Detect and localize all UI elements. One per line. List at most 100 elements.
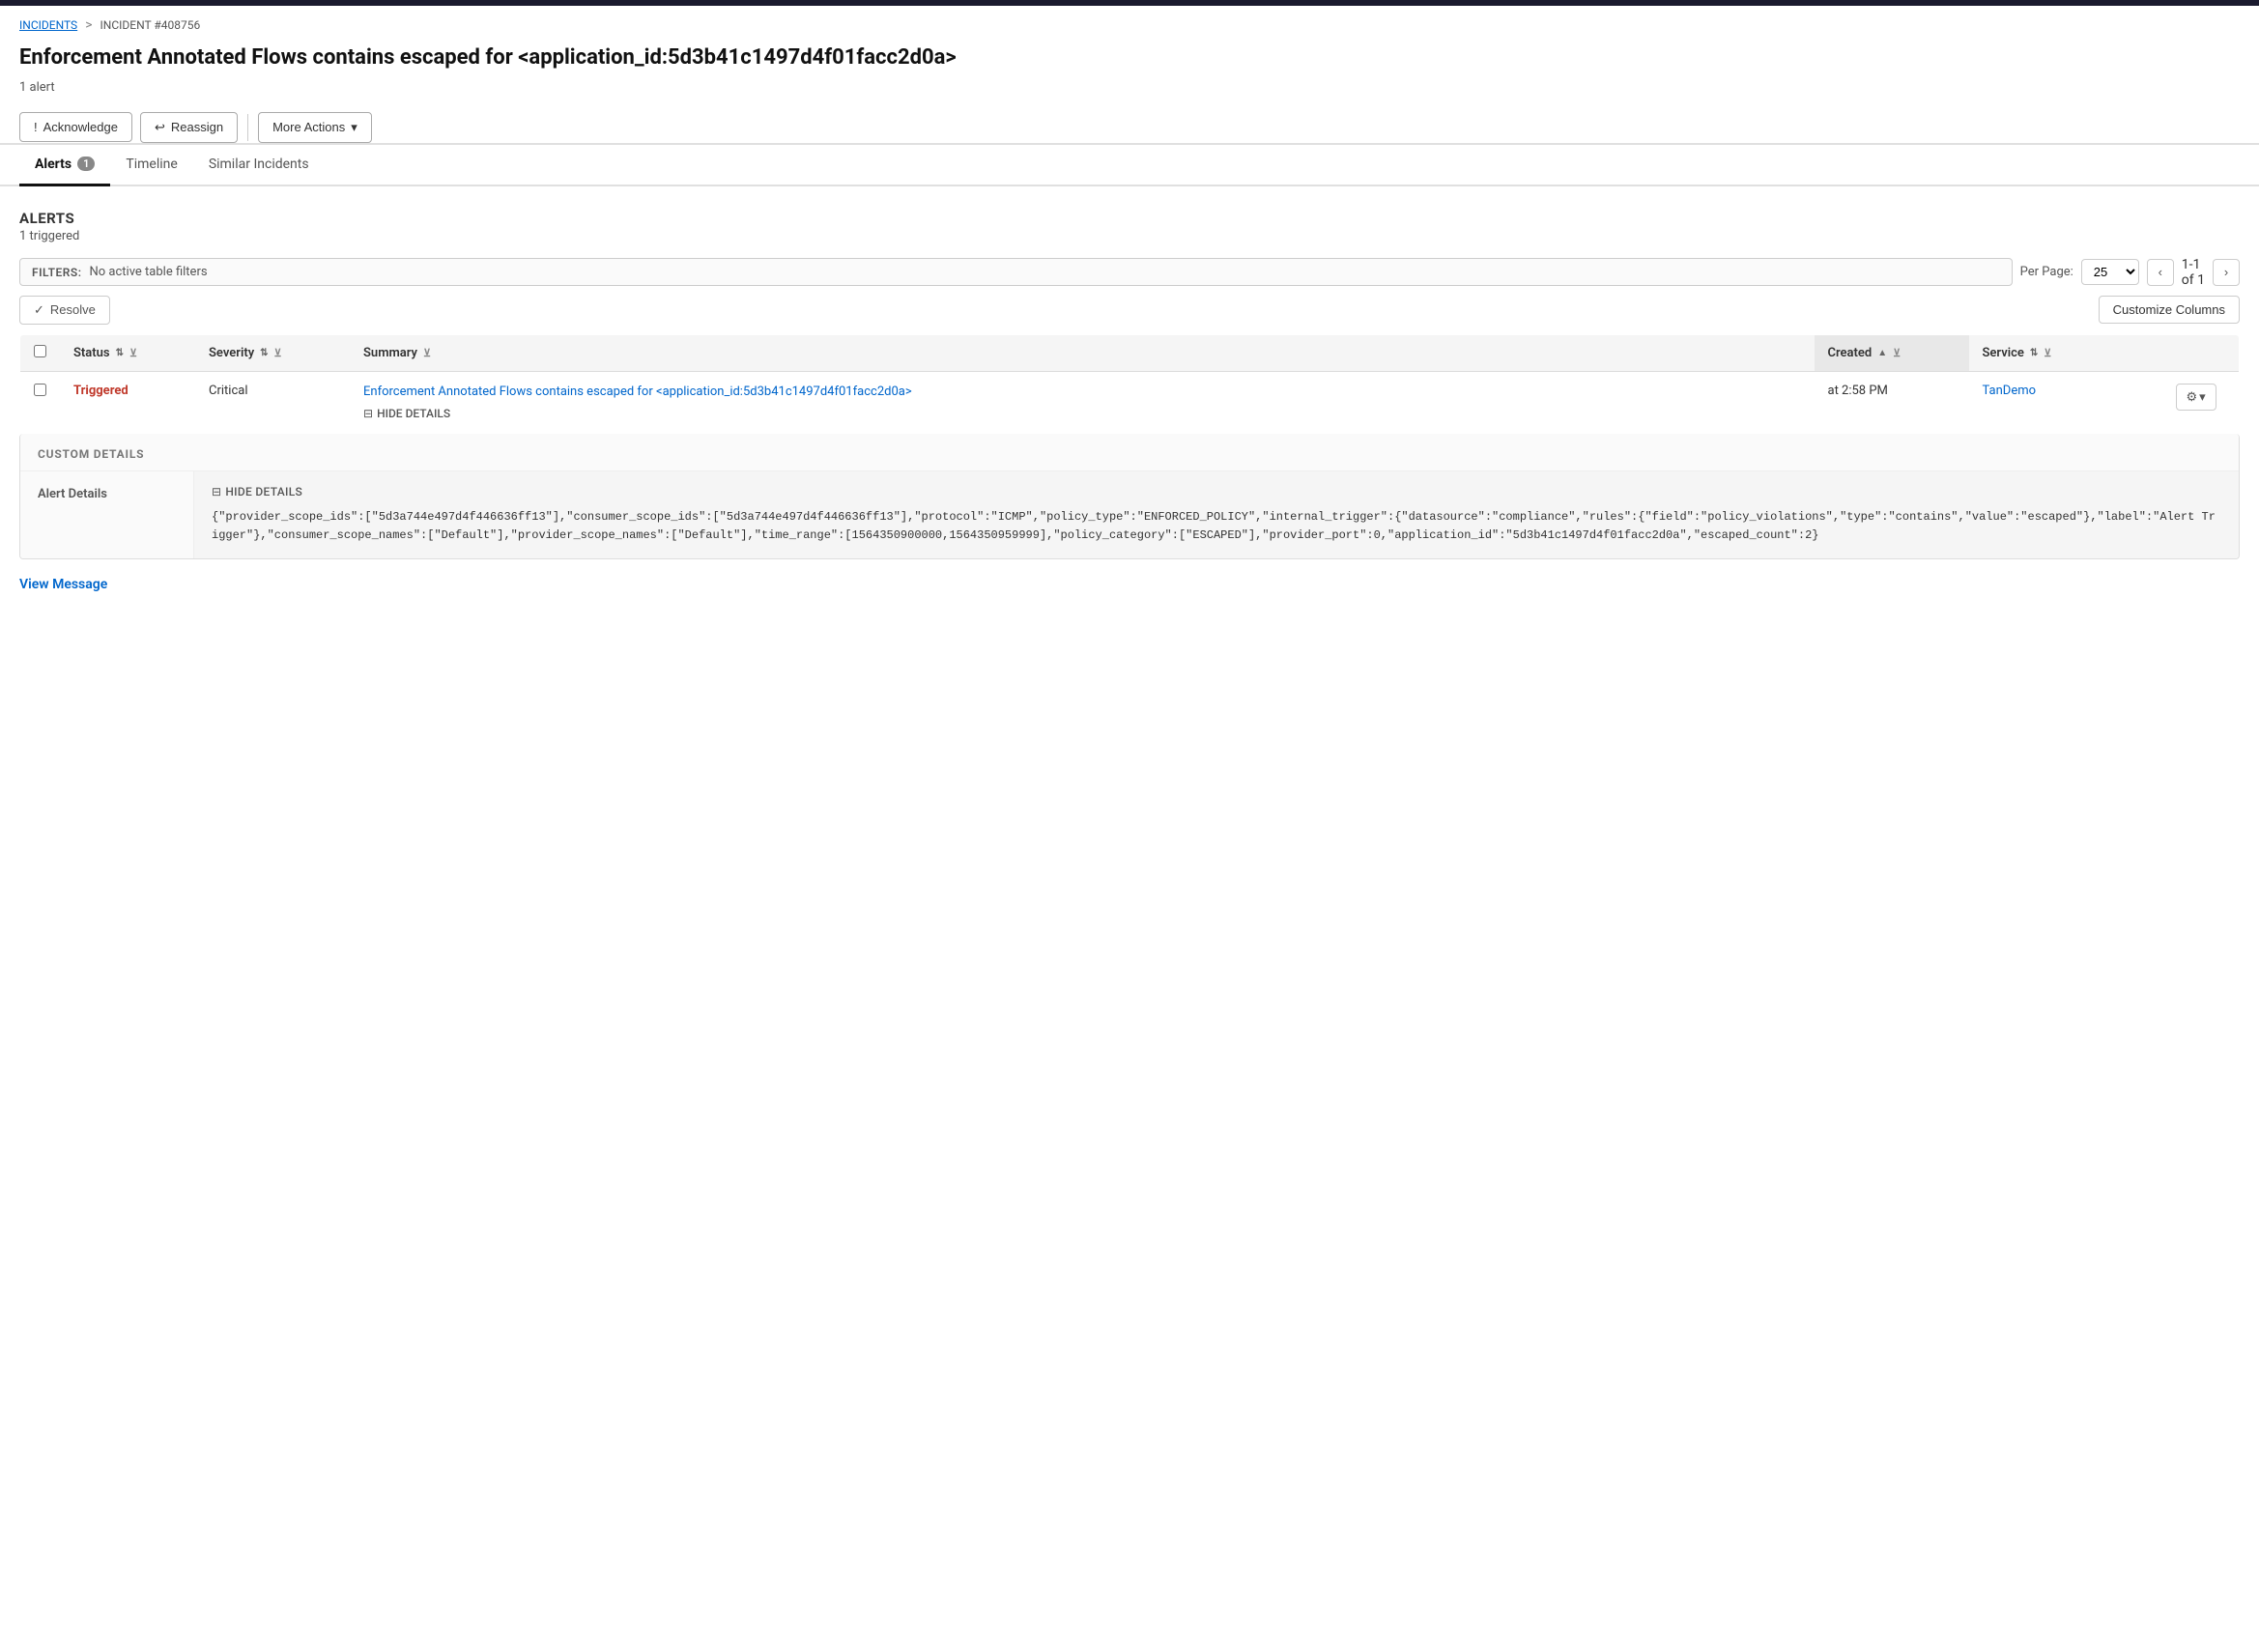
acknowledge-label: Acknowledge — [43, 120, 118, 134]
chevron-down-icon: ▾ — [351, 120, 357, 135]
page-range: 1-1 — [2182, 257, 2201, 272]
tab-timeline-label: Timeline — [126, 157, 177, 172]
created-column-header: Created ▲ ⊻ — [1815, 334, 1969, 371]
table-header-row: Status ⇅ ⊻ Severity ⇅ ⊻ Summary ⊻ — [20, 334, 2240, 371]
tab-similar-incidents[interactable]: Similar Incidents — [193, 145, 325, 186]
severity-column-header: Severity ⇅ ⊻ — [195, 334, 350, 371]
pagination-controls: Per Page: 25 50 100 ‹ 1-1 of 1 › — [2020, 257, 2240, 288]
main-content: ALERTS 1 triggered FILTERS: No active ta… — [0, 186, 2259, 616]
row-summary-cell: Enforcement Annotated Flows contains esc… — [350, 371, 1815, 433]
row-service-cell: TanDemo — [1969, 371, 2162, 433]
breadcrumb: INCIDENTS > INCIDENT #408756 — [0, 6, 2259, 41]
tab-alerts-label: Alerts — [35, 157, 71, 172]
row-actions-button[interactable]: ⚙ ▾ — [2176, 384, 2216, 411]
customize-columns-label: Customize Columns — [2113, 302, 2225, 317]
service-column-header: Service ⇅ ⊻ — [1969, 334, 2162, 371]
page-info: 1-1 of 1 — [2182, 257, 2205, 288]
page-of: of 1 — [2182, 272, 2205, 288]
service-filter-icon[interactable]: ⊻ — [2044, 347, 2051, 359]
resolve-button[interactable]: ✓ Resolve — [19, 296, 110, 325]
alerts-section-title: ALERTS — [19, 210, 2240, 227]
created-filter-icon[interactable]: ⊻ — [1893, 347, 1901, 359]
row2-toolbar: ✓ Resolve Customize Columns — [19, 296, 2240, 325]
breadcrumb-incidents-link[interactable]: INCIDENTS — [19, 18, 77, 32]
row-status-cell: Triggered — [60, 371, 195, 433]
resolve-label: Resolve — [50, 302, 96, 317]
row-created-cell: at 2:58 PM — [1815, 371, 1969, 433]
customize-columns-button[interactable]: Customize Columns — [2099, 296, 2240, 324]
created-sort-icon[interactable]: ▲ — [1877, 348, 1887, 358]
summary-column-header: Summary ⊻ — [350, 334, 1815, 371]
per-page-label: Per Page: — [2020, 265, 2073, 279]
gear-icon: ⚙ — [2187, 389, 2198, 405]
severity-sort-icon[interactable]: ⇅ — [260, 348, 268, 358]
custom-details-body: Alert Details ⊟ HIDE DETAILS {"provider_… — [20, 471, 2239, 558]
service-label: Service — [1983, 346, 2024, 360]
summary-filter-icon[interactable]: ⊻ — [423, 347, 431, 359]
service-link[interactable]: TanDemo — [1983, 384, 2037, 398]
status-label: Status — [73, 346, 110, 360]
toolbar-divider — [247, 114, 248, 141]
acknowledge-icon: ! — [34, 120, 38, 134]
table-toolbar: FILTERS: No active table filters Per Pag… — [19, 257, 2240, 288]
actions-column-header — [2162, 334, 2240, 371]
filters-label: FILTERS: — [32, 266, 82, 279]
hide-details-small-label: HIDE DETAILS — [225, 485, 302, 498]
filter-bar: FILTERS: No active table filters — [19, 258, 2013, 286]
tabs-container: Alerts 1 Timeline Similar Incidents — [0, 145, 2259, 186]
row-checkbox[interactable] — [34, 384, 46, 396]
reassign-button[interactable]: ↩ Reassign — [140, 112, 238, 143]
hide-details-small-link[interactable]: ⊟ HIDE DETAILS — [212, 485, 2221, 498]
reassign-icon: ↩ — [155, 120, 165, 135]
alert-summary-link[interactable]: Enforcement Annotated Flows contains esc… — [363, 384, 1801, 401]
summary-label: Summary — [363, 346, 417, 360]
tab-alerts[interactable]: Alerts 1 — [19, 145, 110, 186]
actions-chevron-icon: ▾ — [2199, 389, 2206, 405]
alert-details-label: Alert Details — [38, 487, 176, 501]
per-page-select[interactable]: 25 50 100 — [2081, 259, 2139, 285]
resolve-check-icon: ✓ — [34, 302, 44, 318]
alerts-table: Status ⇅ ⊻ Severity ⇅ ⊻ Summary ⊻ — [19, 334, 2240, 434]
minus-square-icon: ⊟ — [363, 407, 373, 420]
status-filter-icon[interactable]: ⊻ — [129, 347, 137, 359]
status-sort-icon[interactable]: ⇅ — [116, 348, 124, 358]
details-json: {"provider_scope_ids":["5d3a744e497d4f44… — [212, 508, 2221, 545]
tab-similar-incidents-label: Similar Incidents — [209, 157, 309, 172]
row-checkbox-cell — [20, 371, 61, 433]
created-label: Created — [1828, 346, 1873, 360]
prev-page-button[interactable]: ‹ — [2147, 259, 2174, 286]
custom-details-left: Alert Details — [20, 471, 194, 558]
more-actions-button[interactable]: More Actions ▾ — [258, 112, 372, 143]
more-actions-label: More Actions — [272, 120, 345, 134]
tab-timeline[interactable]: Timeline — [110, 145, 192, 186]
status-badge: Triggered — [73, 384, 129, 398]
table-row: Triggered Critical Enforcement Annotated… — [20, 371, 2240, 433]
custom-details-header: CUSTOM DETAILS — [20, 434, 2239, 471]
tab-alerts-badge: 1 — [77, 157, 95, 171]
severity-label: Severity — [209, 346, 254, 360]
select-all-checkbox[interactable] — [34, 345, 46, 357]
minus-icon: ⊟ — [212, 485, 221, 498]
breadcrumb-separator: > — [85, 17, 92, 33]
acknowledge-button[interactable]: ! Acknowledge — [19, 112, 132, 142]
breadcrumb-current: INCIDENT #408756 — [100, 18, 201, 32]
hide-details-link[interactable]: ⊟ HIDE DETAILS — [363, 407, 450, 420]
service-sort-icon[interactable]: ⇅ — [2030, 348, 2038, 358]
row-severity-cell: Critical — [195, 371, 350, 433]
status-column-header: Status ⇅ ⊻ — [60, 334, 195, 371]
toolbar: ! Acknowledge ↩ Reassign More Actions ▾ — [0, 104, 2259, 145]
severity-value: Critical — [209, 384, 247, 398]
filters-value: No active table filters — [90, 265, 208, 279]
custom-details-right: ⊟ HIDE DETAILS {"provider_scope_ids":["5… — [194, 471, 2239, 558]
next-page-button[interactable]: › — [2213, 259, 2240, 286]
created-value: at 2:58 PM — [1828, 384, 1888, 398]
alert-count: 1 alert — [0, 78, 2259, 104]
page-title: Enforcement Annotated Flows contains esc… — [0, 41, 2259, 78]
severity-filter-icon[interactable]: ⊻ — [274, 347, 282, 359]
row-actions-cell: ⚙ ▾ — [2162, 371, 2240, 433]
view-message-link[interactable]: View Message — [19, 577, 107, 592]
alerts-triggered-count: 1 triggered — [19, 229, 2240, 243]
custom-details-section: CUSTOM DETAILS Alert Details ⊟ HIDE DETA… — [19, 434, 2240, 559]
reassign-label: Reassign — [171, 120, 223, 134]
select-all-header — [20, 334, 61, 371]
